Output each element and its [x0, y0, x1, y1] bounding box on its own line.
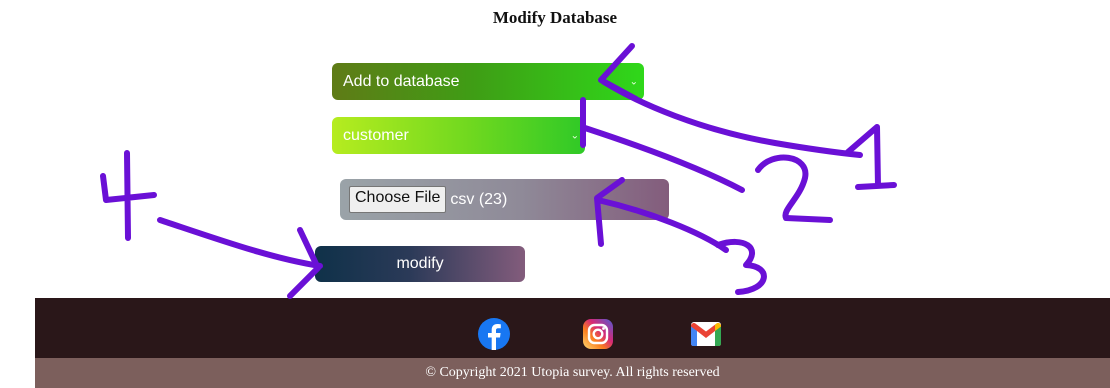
annotation-arrow-4 — [157, 217, 323, 299]
operation-select[interactable]: Add to database ⌄ — [332, 63, 644, 100]
chevron-down-icon: ⌄ — [570, 130, 579, 141]
annotation-number-4 — [100, 150, 157, 241]
annotation-number-1 — [845, 124, 897, 190]
table-select-value: customer — [343, 126, 409, 144]
annotation-arrow-2 — [580, 97, 745, 193]
chevron-down-icon: ⌄ — [629, 76, 638, 87]
choose-file-button[interactable]: Choose File — [349, 186, 447, 213]
table-select[interactable]: customer ⌄ — [332, 117, 585, 154]
annotation-number-3 — [715, 238, 767, 295]
footer-social-bar — [35, 298, 1110, 358]
footer-copyright: © Copyright 2021 Utopia survey. All righ… — [35, 358, 1110, 388]
selected-file-name: csv (23) — [450, 190, 508, 208]
gmail-icon[interactable] — [689, 318, 723, 348]
annotation-number-2 — [755, 154, 833, 223]
operation-select-value: Add to database — [343, 72, 460, 90]
page-title: Modify Database — [492, 8, 618, 27]
instagram-icon[interactable] — [582, 318, 614, 350]
modify-button[interactable]: modify — [315, 246, 525, 282]
facebook-icon[interactable] — [478, 318, 510, 350]
file-input[interactable]: Choose File csv (23) — [340, 179, 669, 220]
